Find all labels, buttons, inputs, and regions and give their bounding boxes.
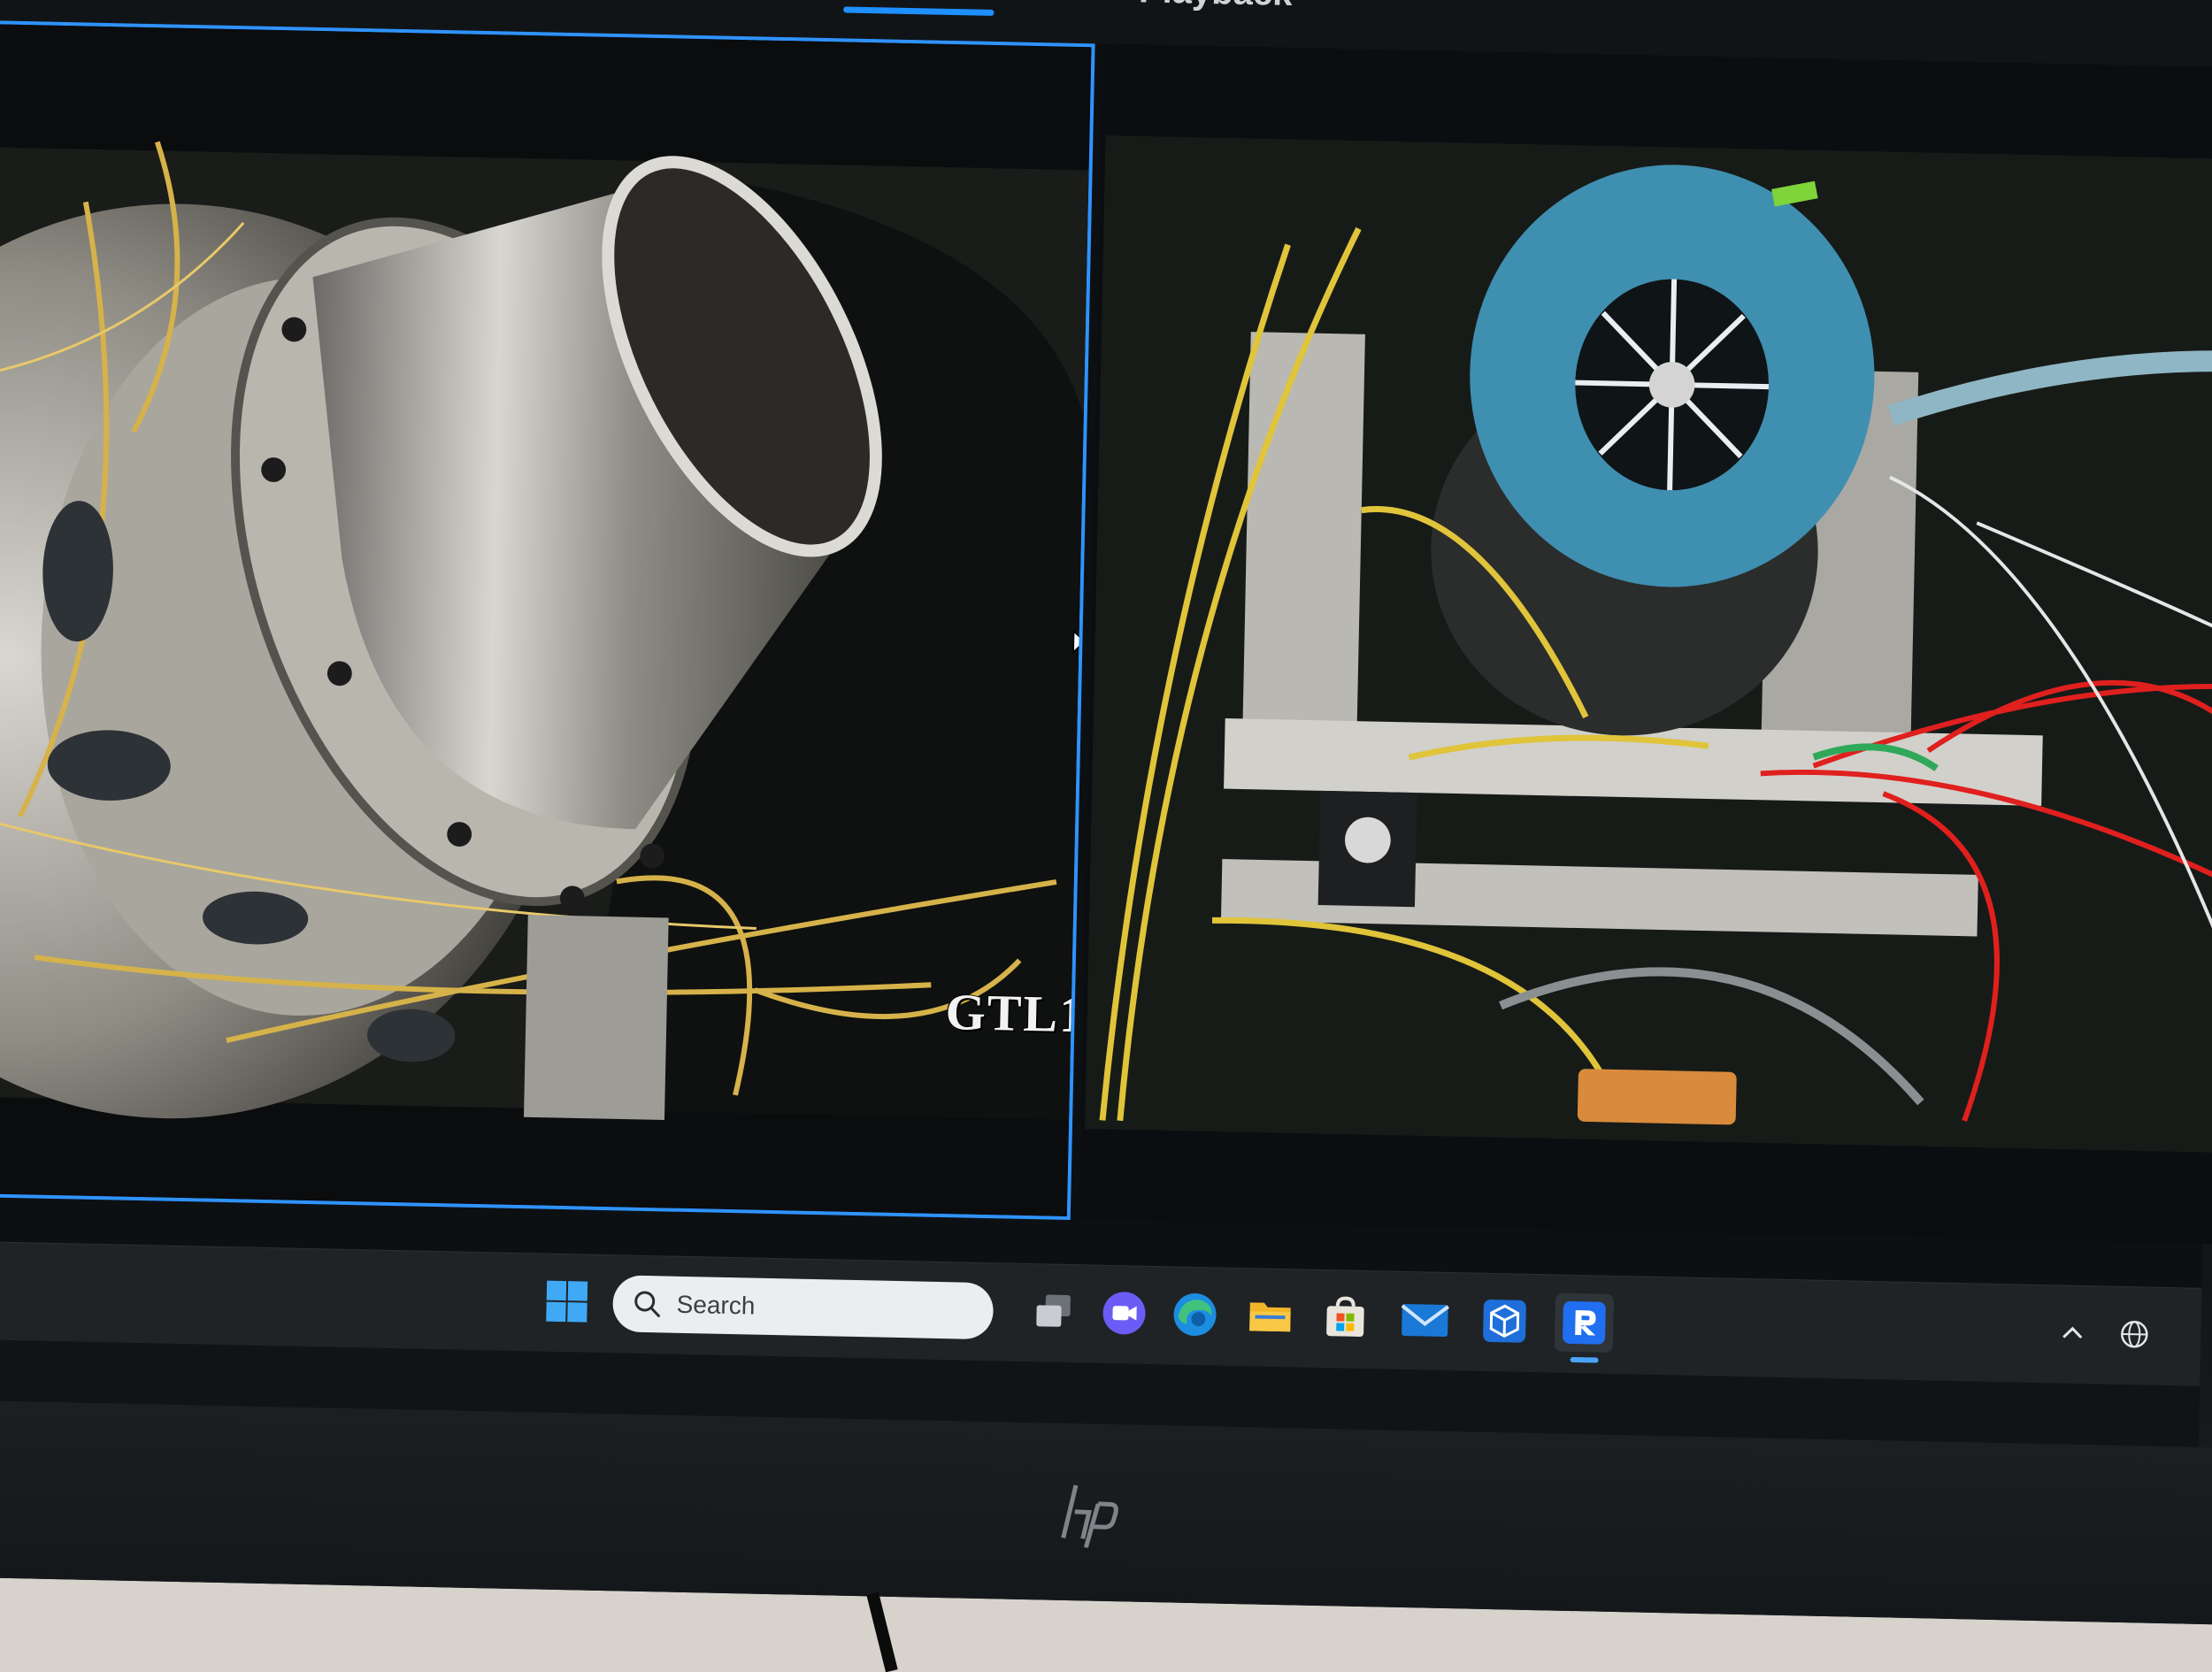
- live-view-grid: GTL1: [0, 19, 2212, 1288]
- camera-feed-left: [0, 24, 1092, 1216]
- camera-feed-right: [1082, 47, 2212, 1241]
- r-app-icon[interactable]: [1554, 1292, 1615, 1353]
- network-globe-icon[interactable]: [2112, 1305, 2157, 1364]
- chevron-up-icon[interactable]: [2050, 1303, 2095, 1362]
- video-meeting-icon[interactable]: [1094, 1284, 1154, 1343]
- camera-osd-label: GTL1: [944, 983, 1087, 1044]
- file-explorer-icon[interactable]: [1240, 1286, 1300, 1346]
- monitor-bezel: Live View Playback: [0, 0, 2212, 1626]
- cube-app-icon[interactable]: [1475, 1292, 1534, 1351]
- hp-logo-icon: [1061, 1484, 1118, 1549]
- search-placeholder: Search: [676, 1290, 756, 1320]
- tab-playback[interactable]: Playback: [1131, 0, 1300, 30]
- monitor-cable: [866, 1591, 898, 1672]
- camera-pane-left[interactable]: GTL1: [0, 19, 1095, 1221]
- mail-icon[interactable]: [1395, 1290, 1455, 1349]
- camera-pane-right[interactable]: [1079, 43, 2212, 1245]
- mouse-cursor-icon: [1072, 630, 1092, 657]
- windows-start-icon[interactable]: [537, 1271, 596, 1331]
- task-view-icon[interactable]: [1024, 1282, 1083, 1341]
- monitor-screen: Live View Playback: [0, 0, 2212, 1447]
- active-app-indicator: [1570, 1356, 1599, 1363]
- edge-browser-icon[interactable]: [1165, 1285, 1225, 1344]
- search-icon: [634, 1291, 661, 1318]
- taskbar-search-input[interactable]: Search: [611, 1275, 995, 1340]
- store-icon[interactable]: [1316, 1288, 1375, 1347]
